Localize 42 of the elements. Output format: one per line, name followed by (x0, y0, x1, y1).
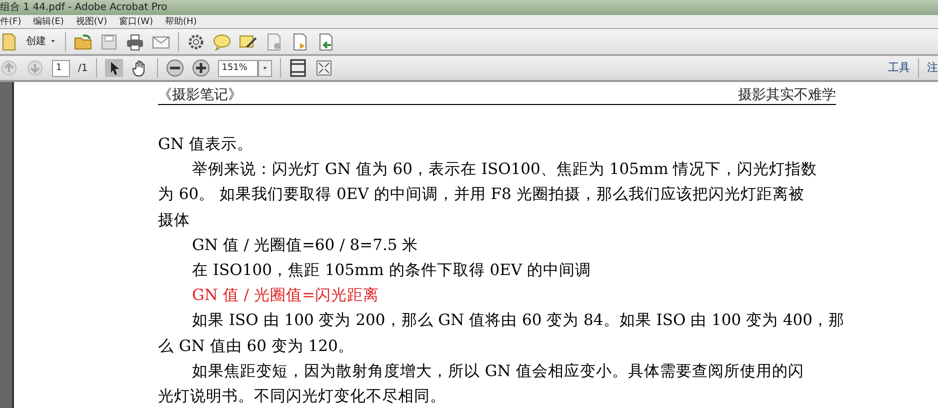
zoom-field[interactable]: 151% (218, 60, 258, 76)
body-text: 么 GN 值由 60 变为 120。 (158, 336, 354, 355)
zoom-out-icon[interactable] (166, 59, 184, 77)
page-number-field[interactable]: 1 (52, 60, 70, 76)
window-title: 组合 1 44.pdf - Adobe Acrobat Pro (0, 2, 168, 13)
body-text: GN 值表示。 (158, 135, 253, 153)
document-icon[interactable] (0, 32, 18, 50)
body-text: 为 60。 如果我们要取得 0EV 的中间调，并用 F8 光圈拍摄，那么我们应该把闪光灯距离被 (158, 185, 804, 204)
page-total: /1 (78, 62, 88, 76)
speech-bubble-icon[interactable] (213, 32, 232, 50)
menu-item[interactable]: 视图(V) (76, 15, 108, 28)
tools-link[interactable]: 工具 (888, 60, 910, 76)
body-text: 举例来说：闪光灯 GN 值为 60，表示在 ISO100、焦距为 105mm 情况下，闪光灯指数 (192, 160, 818, 178)
zoom-in-icon[interactable] (192, 59, 210, 77)
comment-link[interactable]: 注 (927, 60, 938, 76)
menu-item[interactable]: 编辑(E) (33, 15, 64, 28)
body-text: GN 值 / 光圈值=60 / 8=7.5 米 (192, 236, 418, 254)
save-icon[interactable] (100, 32, 118, 50)
body-text: 摄体 (158, 210, 190, 229)
body-text: 如果焦距变短，因为散射角度增大，所以 GN 值会相应变小。具体需要查阅所使用的闪 (192, 362, 804, 380)
pen-note-icon[interactable] (239, 32, 258, 50)
select-cursor-icon[interactable] (104, 59, 123, 77)
caret-icon (260, 64, 269, 72)
menu-item[interactable]: 件(F) (0, 15, 22, 28)
menu-item[interactable]: 窗口(W) (119, 15, 154, 28)
header-text: 摄影其实不难学 (738, 86, 836, 104)
document-icon[interactable] (265, 32, 284, 50)
menu-item[interactable]: 帮助(H) (165, 15, 197, 28)
document-icon[interactable] (317, 32, 336, 50)
body-text: 在 ISO100，焦距 105mm 的条件下取得 0EV 的中间调 (192, 261, 592, 280)
print-icon[interactable] (126, 32, 144, 50)
header-text: 《摄影笔记》 (158, 86, 242, 104)
body-text: GN 值 / 光圈值=闪光距离 (192, 286, 379, 304)
body-text: 如果 ISO 由 100 变为 200，那么 GN 值将由 60 变为 84。如果 ISO 由 100 变为 400，那 (192, 311, 845, 330)
body-text: 光灯说明书。不同闪光灯变化不尽相同。 (158, 387, 446, 406)
document-icon[interactable] (291, 32, 310, 50)
settings-icon[interactable] (187, 32, 206, 50)
fit-page-icon[interactable] (288, 59, 307, 77)
full-screen-icon[interactable] (314, 59, 333, 77)
create-button[interactable]: 创建 (26, 34, 58, 49)
dropdown-button[interactable] (258, 60, 272, 76)
folder-icon[interactable] (74, 32, 92, 50)
